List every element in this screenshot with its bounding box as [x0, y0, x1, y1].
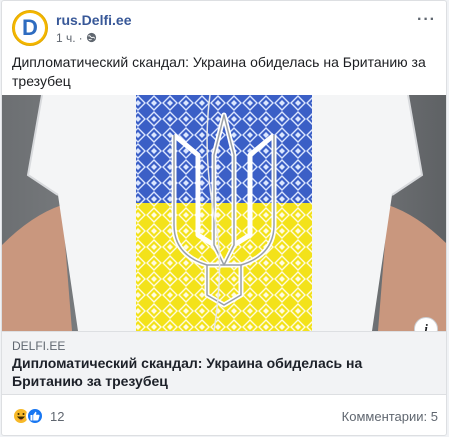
reaction-count: 12 — [50, 408, 65, 424]
link-preview[interactable]: DELFI.EE Дипломатический скандал: Украин… — [2, 331, 446, 395]
post-image[interactable]: i — [2, 95, 446, 331]
post-subline: 1 ч. · — [56, 30, 131, 46]
globe-icon — [86, 32, 96, 43]
more-options-icon[interactable]: ··· — [417, 11, 436, 29]
link-title[interactable]: Дипломатический скандал: Украина обидела… — [12, 354, 432, 390]
comments-count-link[interactable]: Комментарии: 5 — [342, 409, 438, 424]
post-footer: 12 Комментарии: 5 — [12, 405, 438, 427]
like-icon — [26, 407, 44, 425]
separator-dot: · — [78, 30, 83, 45]
feed-post: D rus.Delfi.ee 1 ч. · ··· Дипломатически… — [1, 0, 447, 436]
page-name-link[interactable]: rus.Delfi.ee — [56, 11, 131, 29]
post-header: D rus.Delfi.ee 1 ч. · — [12, 8, 131, 48]
post-text: Дипломатический скандал: Украина обидела… — [12, 54, 426, 89]
avatar-letter: D — [22, 15, 38, 40]
avatar-inner: D — [15, 13, 45, 43]
page-avatar[interactable]: D — [12, 10, 48, 46]
post-time[interactable]: 1 ч. — [56, 30, 76, 46]
post-meta: rus.Delfi.ee 1 ч. · — [56, 11, 131, 46]
reactions-summary[interactable]: 12 — [12, 407, 64, 425]
link-domain: DELFI.EE — [12, 339, 66, 353]
tshirt-photo — [2, 95, 446, 331]
